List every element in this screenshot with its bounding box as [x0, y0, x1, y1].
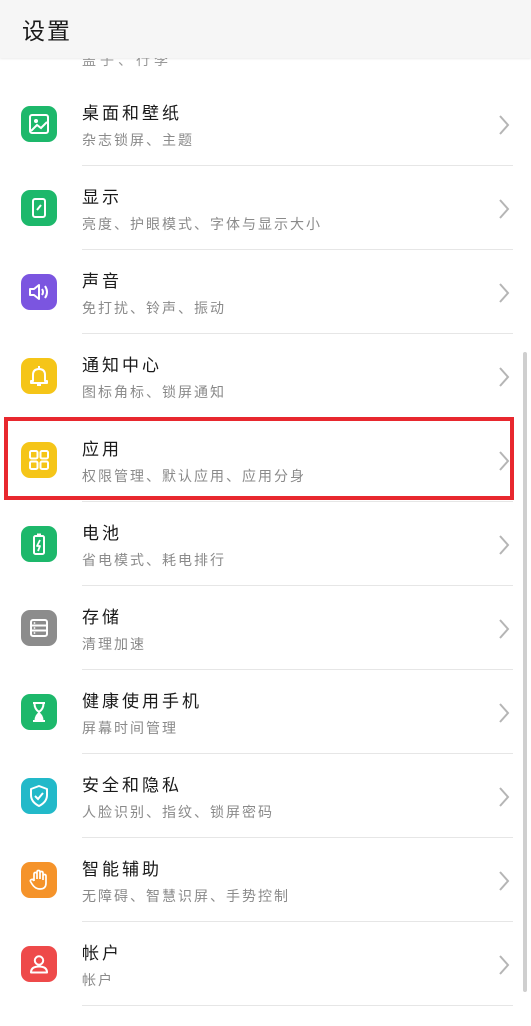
chevron-right-icon [499, 451, 510, 471]
battery-icon [21, 526, 57, 562]
item-subtitle: 无障碍、智慧识屏、手势控制 [82, 889, 290, 905]
settings-page: 设置 盖子、行李 桌面和壁纸 杂志锁屏、主题 显示 亮度、护眼模式、字体与显示大… [0, 0, 531, 1026]
settings-item-security-privacy[interactable]: 安全和隐私 人脸识别、指纹、锁屏密码 [0, 754, 531, 838]
settings-item-smart-assist[interactable]: 智能辅助 无障碍、智慧识屏、手势控制 [0, 838, 531, 922]
settings-item-account[interactable]: 帐户 帐户 [0, 922, 531, 1006]
chevron-right-icon [499, 619, 510, 639]
chevron-right-icon [499, 115, 510, 135]
item-subtitle: 人脸识别、指纹、锁屏密码 [82, 805, 274, 821]
settings-item-digital-wellbeing[interactable]: 健康使用手机 屏幕时间管理 [0, 670, 531, 754]
display-icon [21, 190, 57, 226]
item-title: 桌面和壁纸 [82, 104, 182, 124]
item-title: 显示 [82, 188, 122, 208]
chevron-right-icon [499, 199, 510, 219]
chevron-right-icon [499, 787, 510, 807]
item-subtitle: 杂志锁屏、主题 [82, 133, 194, 149]
settings-list: 桌面和壁纸 杂志锁屏、主题 显示 亮度、护眼模式、字体与显示大小 声音 免打扰、… [0, 82, 531, 1006]
hourglass-icon [21, 694, 57, 730]
storage-icon [21, 610, 57, 646]
item-subtitle: 免打扰、铃声、振动 [82, 301, 226, 317]
settings-item-display[interactable]: 显示 亮度、护眼模式、字体与显示大小 [0, 166, 531, 250]
item-title: 声音 [82, 272, 122, 292]
item-title: 电池 [82, 524, 122, 544]
item-subtitle: 权限管理、默认应用、应用分身 [82, 469, 306, 485]
settings-item-storage[interactable]: 存储 清理加速 [0, 586, 531, 670]
settings-item-battery[interactable]: 电池 省电模式、耗电排行 [0, 502, 531, 586]
item-title: 智能辅助 [82, 860, 162, 880]
chevron-right-icon [499, 871, 510, 891]
apps-grid-icon [21, 442, 57, 478]
wallpaper-icon [21, 106, 57, 142]
chevron-right-icon [499, 367, 510, 387]
item-subtitle: 屏幕时间管理 [82, 721, 178, 737]
chevron-right-icon [499, 703, 510, 723]
settings-item-sound[interactable]: 声音 免打扰、铃声、振动 [0, 250, 531, 334]
item-subtitle: 图标角标、锁屏通知 [82, 385, 226, 401]
item-title: 安全和隐私 [82, 776, 182, 796]
scrollbar[interactable] [523, 352, 527, 992]
settings-item-wallpaper[interactable]: 桌面和壁纸 杂志锁屏、主题 [0, 82, 531, 166]
item-title: 健康使用手机 [82, 692, 202, 712]
item-subtitle: 帐户 [82, 973, 114, 989]
speaker-icon [21, 274, 57, 310]
item-title: 通知中心 [82, 356, 162, 376]
item-title: 应用 [82, 440, 122, 460]
item-title: 存储 [82, 608, 122, 628]
person-icon [21, 946, 57, 982]
item-subtitle: 清理加速 [82, 637, 146, 653]
chevron-right-icon [499, 535, 510, 555]
item-title: 帐户 [82, 944, 122, 964]
shield-icon [21, 778, 57, 814]
chevron-right-icon [499, 955, 510, 975]
divider [82, 1005, 513, 1006]
item-subtitle: 亮度、护眼模式、字体与显示大小 [82, 217, 322, 233]
bell-icon [21, 358, 57, 394]
settings-item-notifications[interactable]: 通知中心 图标角标、锁屏通知 [0, 334, 531, 418]
header-bar: 设置 [0, 0, 531, 58]
chevron-right-icon [499, 283, 510, 303]
settings-item-apps[interactable]: 应用 权限管理、默认应用、应用分身 [0, 418, 531, 502]
hand-icon [21, 862, 57, 898]
item-subtitle: 省电模式、耗电排行 [82, 553, 226, 569]
page-title: 设置 [22, 19, 72, 45]
